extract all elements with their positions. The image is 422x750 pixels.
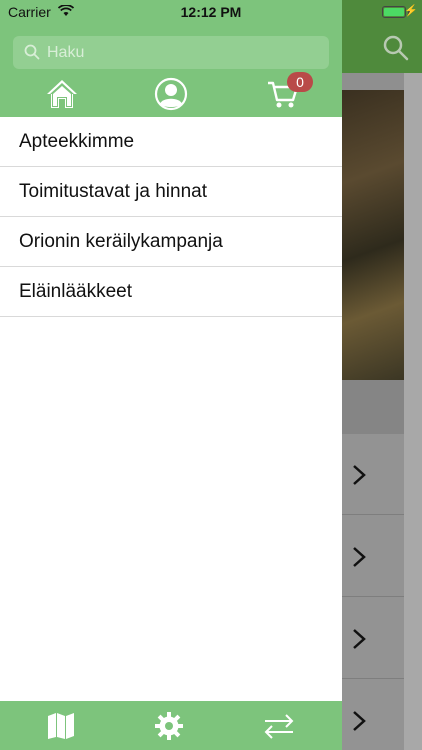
gear-icon[interactable] bbox=[155, 712, 183, 740]
chevron-right-icon bbox=[353, 711, 366, 731]
background-list-row[interactable] bbox=[342, 434, 404, 515]
swap-arrows-icon[interactable] bbox=[262, 712, 296, 740]
menu-item-toimitustavat[interactable]: Toimitustavat ja hinnat bbox=[0, 167, 342, 217]
battery-icon bbox=[382, 6, 406, 18]
search-icon bbox=[24, 44, 40, 60]
chevron-right-icon bbox=[353, 547, 366, 567]
menu-item-apteekkimme[interactable]: Apteekkimme bbox=[0, 117, 342, 167]
menu-item-elainlaakkeet[interactable]: Eläinlääkkeet bbox=[0, 267, 342, 317]
map-icon[interactable] bbox=[47, 712, 75, 740]
home-icon[interactable] bbox=[45, 77, 79, 111]
chevron-right-icon bbox=[353, 629, 366, 649]
user-icon[interactable] bbox=[154, 77, 188, 111]
background-list-row[interactable] bbox=[342, 598, 404, 679]
status-time: 12:12 PM bbox=[180, 4, 242, 20]
status-bar: Carrier 12:12 PM ⚡ bbox=[0, 0, 422, 24]
side-drawer: 0 Apteekkimme Toimitustavat ja hinnat Or… bbox=[0, 0, 342, 750]
search-icon[interactable] bbox=[382, 34, 410, 62]
search-input[interactable] bbox=[47, 36, 317, 69]
menu-item-keraily-kampanja[interactable]: Orionin keräilykampanja bbox=[0, 217, 342, 267]
cart-count-badge: 0 bbox=[287, 72, 313, 92]
charging-icon: ⚡ bbox=[404, 5, 418, 17]
background-edge bbox=[404, 73, 422, 750]
background-list-row[interactable] bbox=[342, 516, 404, 597]
drawer-menu: Apteekkimme Toimitustavat ja hinnat Orio… bbox=[0, 117, 342, 317]
background-list-row[interactable] bbox=[342, 680, 404, 750]
search-box[interactable] bbox=[13, 36, 329, 69]
chevron-right-icon bbox=[353, 465, 366, 485]
drawer-footer bbox=[0, 701, 342, 750]
background-divider bbox=[342, 380, 404, 434]
background-banner-image bbox=[342, 90, 404, 380]
